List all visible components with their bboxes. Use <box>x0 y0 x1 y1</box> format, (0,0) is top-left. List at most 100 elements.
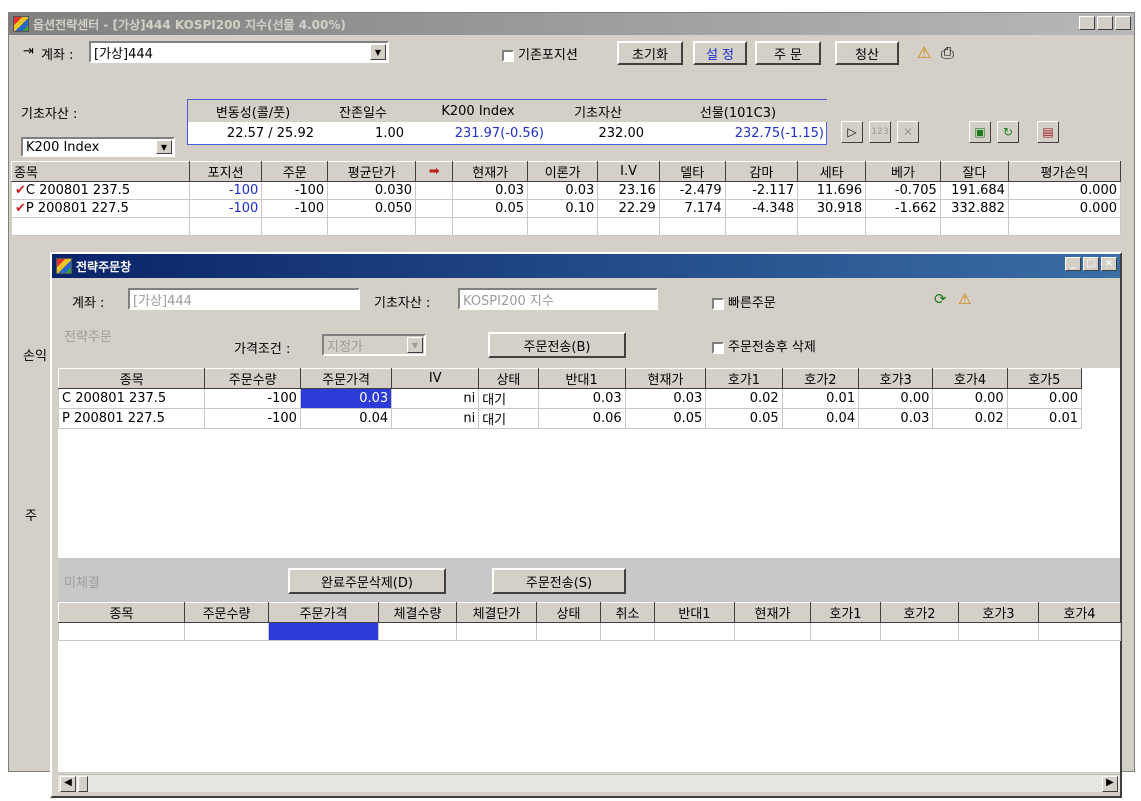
col-header[interactable]: 감마 <box>724 161 799 182</box>
col-header[interactable]: 호가2 <box>880 602 959 623</box>
col-header[interactable]: 반대1 <box>537 368 626 389</box>
col-header[interactable]: 현재가 <box>734 602 811 623</box>
init-button[interactable]: 초기화 <box>617 41 683 65</box>
scroll-thumb[interactable] <box>78 776 88 792</box>
col-header[interactable]: 잘다 <box>939 161 1009 182</box>
col-header[interactable]: 상태 <box>478 368 539 389</box>
table-row[interactable] <box>58 622 1121 641</box>
cell <box>415 181 454 200</box>
col-header[interactable]: 호가5 <box>1006 368 1083 389</box>
dialog-account-field[interactable]: [가상]444 <box>128 288 360 310</box>
account-select[interactable]: [가상]444 ▼ <box>89 41 389 63</box>
cell: ni <box>391 408 480 429</box>
order-button[interactable]: 주 문 <box>755 41 821 65</box>
col-header[interactable]: 주문수량 <box>184 602 269 623</box>
table-row[interactable]: ✔C 200801 237.5 -100 -100 0.030 0.03 0.0… <box>11 181 1122 200</box>
print-icon[interactable]: ⎙ <box>941 43 954 63</box>
scroll-left-icon[interactable]: ◀ <box>60 776 76 792</box>
window-icon[interactable]: ▣ <box>969 121 991 143</box>
base-asset-select[interactable]: K200 Index ▼ <box>21 137 175 157</box>
col-header[interactable]: IV <box>391 368 480 389</box>
col-header[interactable]: 종목 <box>57 368 206 389</box>
col-header[interactable]: 종목 <box>11 161 190 182</box>
table-row[interactable] <box>11 217 1122 236</box>
col-header[interactable]: 베가 <box>865 161 941 182</box>
fast-order-checkbox[interactable]: 빠른주문 <box>712 292 776 311</box>
delete-after-send-checkbox[interactable]: 주문전송후 삭제 <box>712 336 816 355</box>
col-header[interactable]: 현재가 <box>452 161 529 182</box>
col-header[interactable]: 상태 <box>536 602 601 623</box>
cell[interactable]: 0.03 <box>299 388 393 409</box>
col-header[interactable]: 델타 <box>658 161 726 182</box>
col-header[interactable]: 종목 <box>58 602 185 623</box>
col-header[interactable]: 체결수량 <box>378 602 457 623</box>
order-grid[interactable]: 종목 주문수량 주문가격 IV 상태 반대1 현재가 호가1 호가2 호가3 호… <box>57 368 1083 429</box>
col-header[interactable]: 호가3 <box>958 602 1039 623</box>
col-header[interactable]: 반대1 <box>654 602 735 623</box>
cell[interactable]: 0.04 <box>299 408 393 429</box>
col-header[interactable]: I.V <box>597 161 660 182</box>
basis-position-checkbox[interactable]: 기존포지션 <box>502 44 578 63</box>
send-order-s-button[interactable]: 주문전송(S) <box>492 568 626 594</box>
col-header[interactable]: 평균단가 <box>327 161 417 182</box>
main-titlebar[interactable]: 옵션전략센터 - [가상]444 KOSPI200 지수(선물 4.00%) _… <box>9 13 1134 35</box>
col-header[interactable]: 취소 <box>600 602 655 623</box>
col-header[interactable]: 현재가 <box>624 368 707 389</box>
col-header[interactable]: 이론가 <box>527 161 599 182</box>
price-cond-select[interactable]: 지정가 ▼ <box>322 334 426 356</box>
cell[interactable]: -100 <box>204 408 301 429</box>
col-header[interactable]: 호가4 <box>932 368 1008 389</box>
col-header[interactable]: 호가4 <box>1038 602 1121 623</box>
maximize-button[interactable]: □ <box>1097 16 1113 30</box>
check-icon[interactable]: ✔ <box>15 183 26 198</box>
close-button[interactable]: × <box>1101 257 1117 271</box>
scroll-right-icon[interactable]: ▶ <box>1102 776 1118 792</box>
setting-button[interactable]: 설 정 <box>693 41 747 65</box>
refresh-icon[interactable]: ↻ <box>997 121 1019 143</box>
delete-icon[interactable]: ✕ <box>897 121 919 143</box>
minimize-button[interactable]: _ <box>1065 257 1081 271</box>
unfilled-grid[interactable]: 종목 주문수량 주문가격 체결수량 체결단가 상태 취소 반대1 현재가 호가1… <box>58 602 1121 641</box>
dialog-base-field[interactable]: KOSPI200 지수 <box>458 288 658 310</box>
chevron-down-icon[interactable]: ▼ <box>156 140 172 154</box>
warning-icon[interactable]: ⚠ <box>958 290 971 308</box>
col-header[interactable]: 호가2 <box>781 368 860 389</box>
col-header[interactable]: 평가손익 <box>1007 161 1122 182</box>
arrow-right-icon[interactable]: ➡ <box>415 161 454 182</box>
position-grid[interactable]: 종목 포지션 주문 평균단가 ➡ 현재가 이론가 I.V 델타 감마 세타 베가… <box>11 161 1122 236</box>
close-button[interactable]: × <box>1115 16 1131 30</box>
col-header[interactable]: 주문 <box>261 161 329 182</box>
col-header[interactable]: 세타 <box>797 161 867 182</box>
delete-done-orders-button[interactable]: 완료주문삭제(D) <box>288 568 446 594</box>
cell[interactable]: -100 <box>204 388 301 409</box>
horizontal-scrollbar[interactable]: ◀ ▶ <box>58 774 1120 792</box>
col-header[interactable]: 주문가격 <box>299 368 393 389</box>
send-order-button[interactable]: 주문전송(B) <box>488 332 626 358</box>
export-icon[interactable]: ▷ <box>841 121 863 143</box>
col-header[interactable]: 주문수량 <box>204 368 301 389</box>
table-row[interactable]: ✔P 200801 227.5 -100 -100 0.050 0.05 0.1… <box>11 199 1122 218</box>
position-grid-header: 종목 포지션 주문 평균단가 ➡ 현재가 이론가 I.V 델타 감마 세타 베가… <box>11 161 1122 182</box>
calc-icon[interactable]: 123 <box>869 121 891 143</box>
chevron-down-icon[interactable]: ▼ <box>407 337 423 353</box>
col-header[interactable]: 호가1 <box>705 368 783 389</box>
cell: 0.000 <box>1007 181 1122 200</box>
dialog-titlebar[interactable]: 전략주문창 _ □ × <box>52 254 1120 278</box>
col-header[interactable]: 주문가격 <box>268 602 379 623</box>
table-row[interactable]: P 200801 227.5 -100 0.04 ni 대기 0.06 0.05… <box>57 408 1083 429</box>
col-header[interactable]: 체결단가 <box>456 602 537 623</box>
minimize-button[interactable]: _ <box>1079 16 1095 30</box>
warning-icon[interactable]: ⚠ <box>917 43 931 62</box>
col-header[interactable]: 호가3 <box>858 368 934 389</box>
clear-button[interactable]: 청산 <box>835 41 899 65</box>
col-header[interactable]: 포지션 <box>188 161 263 182</box>
table-row[interactable]: C 200801 237.5 -100 0.03 ni 대기 0.03 0.03… <box>57 388 1083 409</box>
cell: P 200801 227.5 <box>57 408 206 429</box>
maximize-button[interactable]: □ <box>1083 257 1099 271</box>
check-icon[interactable]: ✔ <box>15 201 26 216</box>
chevron-down-icon[interactable]: ▼ <box>370 44 386 60</box>
cell <box>415 199 454 218</box>
chart-icon[interactable]: ▤ <box>1037 121 1059 143</box>
refresh-icon[interactable]: ⟳ <box>934 290 947 308</box>
col-header[interactable]: 호가1 <box>810 602 881 623</box>
